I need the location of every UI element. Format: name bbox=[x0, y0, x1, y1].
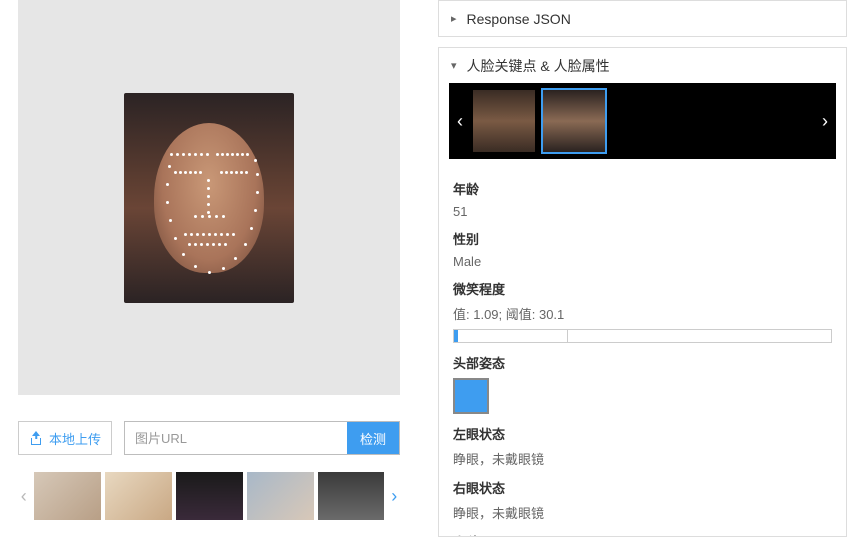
face-attributes-title: 人脸关键点 & 人脸属性 bbox=[467, 56, 610, 76]
sample-beach[interactable] bbox=[247, 472, 314, 520]
sample-opera[interactable] bbox=[176, 472, 243, 520]
sample-next-button[interactable]: › bbox=[388, 467, 400, 525]
strip-next-button[interactable]: › bbox=[814, 83, 836, 159]
url-input-group: 检测 bbox=[124, 421, 400, 455]
sample-couple[interactable] bbox=[105, 472, 172, 520]
local-upload-button[interactable]: 本地上传 bbox=[18, 421, 112, 455]
age-label: 年龄 bbox=[453, 179, 832, 198]
image-preview bbox=[18, 0, 400, 395]
chevron-down-icon: ▾ bbox=[451, 59, 457, 72]
sample-thumbs bbox=[34, 472, 385, 520]
face-attributes-section: ▾ 人脸关键点 & 人脸属性 ‹ › 年龄 51 性别 Male 微笑程度 值:… bbox=[438, 47, 847, 537]
ethnicity-label: 人种 bbox=[453, 532, 832, 536]
chevron-right-icon: ▸ bbox=[451, 12, 457, 25]
right-panel: ▸ Response JSON ▾ 人脸关键点 & 人脸属性 ‹ › 年龄 51… bbox=[410, 0, 867, 547]
upload-icon bbox=[29, 431, 43, 445]
response-json-section: ▸ Response JSON bbox=[438, 0, 847, 37]
left-eye-value: 睁眼，未戴眼镜 bbox=[453, 449, 832, 468]
right-eye-label: 右眼状态 bbox=[453, 478, 832, 497]
smile-progress bbox=[453, 329, 832, 343]
attribute-list: 年龄 51 性别 Male 微笑程度 值: 1.09; 阈值: 30.1 头部姿… bbox=[449, 163, 836, 536]
upload-row: 本地上传 检测 bbox=[18, 421, 400, 455]
face-thumb-1[interactable] bbox=[543, 90, 605, 152]
pose-indicator bbox=[453, 378, 489, 414]
strip-prev-button[interactable]: ‹ bbox=[449, 83, 471, 159]
left-panel: 本地上传 检测 ‹ › bbox=[0, 0, 410, 547]
pose-label: 头部姿态 bbox=[453, 353, 832, 372]
face-thumb-strip: ‹ › bbox=[449, 83, 836, 159]
smile-value-text: 值: 1.09; 阈值: 30.1 bbox=[453, 304, 832, 323]
image-url-input[interactable] bbox=[125, 422, 347, 454]
sample-row: ‹ › bbox=[18, 467, 400, 525]
face-attributes-body: ‹ › 年龄 51 性别 Male 微笑程度 值: 1.09; 阈值: 30.1 bbox=[439, 83, 846, 536]
local-upload-label: 本地上传 bbox=[49, 429, 101, 448]
face-thumb-0[interactable] bbox=[473, 90, 535, 152]
response-json-header[interactable]: ▸ Response JSON bbox=[439, 1, 846, 36]
detect-button[interactable]: 检测 bbox=[347, 422, 399, 454]
left-eye-label: 左眼状态 bbox=[453, 424, 832, 443]
app-root: 本地上传 检测 ‹ › ▸ Response JSON ▾ 人脸关键点 & 人脸… bbox=[0, 0, 867, 547]
right-eye-value: 睁眼，未戴眼镜 bbox=[453, 503, 832, 522]
main-face-image bbox=[124, 93, 294, 303]
sample-prev-button[interactable]: ‹ bbox=[18, 467, 30, 525]
age-value: 51 bbox=[453, 204, 832, 219]
gender-value: Male bbox=[453, 254, 832, 269]
response-json-title: Response JSON bbox=[467, 11, 571, 27]
gender-label: 性别 bbox=[453, 229, 832, 248]
sample-family[interactable] bbox=[34, 472, 101, 520]
smile-label: 微笑程度 bbox=[453, 279, 832, 298]
sample-sunglasses[interactable] bbox=[318, 472, 385, 520]
face-attributes-header[interactable]: ▾ 人脸关键点 & 人脸属性 bbox=[439, 48, 846, 83]
